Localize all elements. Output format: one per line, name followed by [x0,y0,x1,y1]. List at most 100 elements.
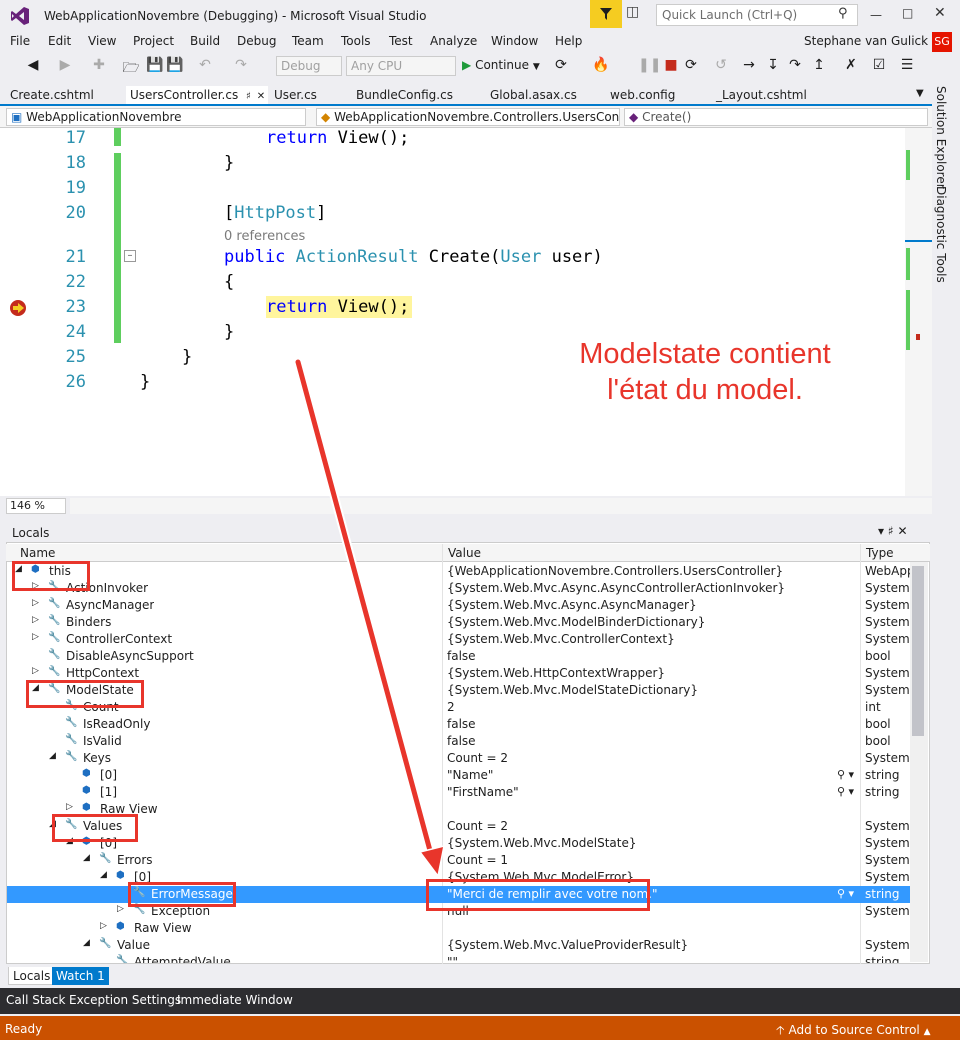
row-type: System.W [865,836,910,850]
property-icon: 🔧 [48,615,61,626]
row-value[interactable]: Count = 1 [447,853,837,867]
row-value[interactable]: {System.Web.Mvc.ModelStateDictionary} [447,683,837,697]
locals-row[interactable]: ▷ ⬢ Raw View [7,801,910,818]
property-icon: 🔧 [65,751,78,762]
row-type: System.C [865,819,910,833]
visualizer-search-icon[interactable]: ⚲ ▾ [837,768,854,781]
row-type: System.W [865,666,910,680]
object-icon: ⬢ [116,870,125,881]
row-value[interactable]: {System.Web.Mvc.Async.AsyncControllerAct… [447,581,837,595]
locals-row[interactable]: ▷ 🔧 AsyncManager {System.Web.Mvc.Async.Asyn… [7,597,910,614]
source-control-label: Add to Source Control [788,1023,920,1037]
row-type: string [865,768,900,782]
expand-icon[interactable]: ▷ [117,904,124,914]
locals-row[interactable]: ⬢ [1] "FirstName" ⚲ ▾ string [7,784,910,801]
row-value[interactable]: 2 [447,700,837,714]
row-type: string [865,887,900,901]
locals-row[interactable]: ▷ ⬢ Raw View [7,920,910,937]
grid-scroll-thumb[interactable] [912,566,924,736]
tab-immediate-window[interactable]: Immediate Window [177,993,293,1007]
highlight-box-modelstate [26,680,144,708]
row-name: AttemptedValue [134,955,231,963]
locals-row[interactable]: ▷ 🔧 Binders {System.Web.Mvc.ModelBinderDict… [7,614,910,631]
row-name: Errors [117,853,153,867]
property-icon: 🔧 [48,598,61,609]
row-value[interactable]: {System.Web.HttpContextWrapper} [447,666,837,680]
locals-row[interactable]: 🔧 IsValid false bool [7,733,910,750]
locals-row[interactable]: 🔧 IsReadOnly false bool [7,716,910,733]
locals-row[interactable]: ⬢ [0] "Name" ⚲ ▾ string [7,767,910,784]
locals-tab-strip [6,966,930,986]
object-icon: ⬢ [82,802,91,813]
row-type: System.E [865,904,910,918]
locals-row[interactable]: ◢🔧ValuesCount = 2System.C [7,818,910,835]
locals-rows: ◢ ⬢ this {WebApplicationNovembre.Controller… [0,0,960,963]
row-name: IsReadOnly [83,717,151,731]
expand-icon[interactable]: ▷ [32,666,39,676]
property-icon: 🔧 [116,955,129,963]
row-type: bool [865,717,891,731]
chevron-up-icon: ▲ [923,1027,931,1037]
expand-icon[interactable]: ▷ [32,632,39,642]
locals-row[interactable]: ▷ 🔧 ActionInvoker {System.Web.Mvc.Async.Asy… [7,580,910,597]
highlight-box-error-value [426,879,650,911]
property-icon: 🔧 [48,649,61,660]
row-value[interactable]: "Name" [447,768,837,782]
collapse-icon[interactable]: ◢ [49,751,56,761]
row-value[interactable]: "FirstName" [447,785,837,799]
object-icon: ⬢ [82,785,91,796]
locals-row[interactable]: ◢ 🔧 Keys Count = 2 System.C [7,750,910,767]
row-name: Value [117,938,150,952]
row-value[interactable]: false [447,734,837,748]
row-value[interactable]: {System.Web.Mvc.Async.AsyncManager} [447,598,837,612]
locals-row[interactable]: 🔧 AttemptedValue "" string [7,954,910,963]
expand-icon[interactable]: ▷ [66,802,73,812]
row-value[interactable]: Count = 2 [447,751,837,765]
row-type: System.W [865,938,910,952]
add-to-source-control-button[interactable]: 🡡 Add to Source Control ▲ [776,1021,931,1040]
row-type: System.W [865,853,910,867]
row-name: Binders [66,615,112,629]
tab-exception-settings[interactable]: Exception Settings [69,993,181,1007]
locals-row[interactable]: ◢⬢[0]{System.Web.Mvc.ModelState}System.W [7,835,910,852]
row-name: Keys [83,751,112,765]
property-icon: 🔧 [99,938,112,949]
row-name: DisableAsyncSupport [66,649,194,663]
row-type: bool [865,734,891,748]
property-icon: 🔧 [99,853,112,864]
collapse-icon[interactable]: ◢ [83,853,90,863]
collapse-icon[interactable]: ◢ [100,870,107,880]
collapse-icon[interactable]: ◢ [83,938,90,948]
tab-call-stack[interactable]: Call Stack [6,993,65,1007]
tab-watch-1[interactable]: Watch 1 [52,967,109,985]
expand-icon[interactable]: ▷ [100,921,107,931]
visualizer-search-icon[interactable]: ⚲ ▾ [837,785,854,798]
row-value[interactable]: false [447,649,837,663]
row-value[interactable]: {System.Web.Mvc.ValueProviderResult} [447,938,837,952]
locals-row[interactable]: ◢ 🔧 Errors Count = 1 System.W [7,852,910,869]
locals-row[interactable]: 🔧 DisableAsyncSupport false bool [7,648,910,665]
locals-row[interactable]: ◢ ⬢ this {WebApplicationNovembre.Controller… [7,563,910,580]
row-name: Raw View [134,921,192,935]
row-value[interactable]: {System.Web.Mvc.ModelBinderDictionary} [447,615,837,629]
row-value[interactable]: {System.Web.Mvc.ControllerContext} [447,632,837,646]
row-value[interactable]: Count = 2 [447,819,837,833]
tab-locals[interactable]: Locals [8,967,56,985]
row-type: System.W [865,598,910,612]
property-icon: 🔧 [65,717,78,728]
property-icon: 🔧 [48,666,61,677]
highlight-box-this [12,561,90,591]
row-value[interactable]: false [447,717,837,731]
locals-row[interactable]: ▷ 🔧 ControllerContext {System.Web.Mvc.Contr… [7,631,910,648]
row-value[interactable]: "" [447,955,837,963]
row-value[interactable]: {WebApplicationNovembre.Controllers.User… [447,564,837,578]
row-value[interactable]: {System.Web.Mvc.ModelState} [447,836,837,850]
locals-row[interactable]: ◢ 🔧 Value {System.Web.Mvc.ValueProviderResu… [7,937,910,954]
row-type: int [865,700,881,714]
expand-icon[interactable]: ▷ [32,598,39,608]
arrow-up-icon: 🡡 [776,1023,785,1037]
expand-icon[interactable]: ▷ [32,615,39,625]
visualizer-search-icon[interactable]: ⚲ ▾ [837,887,854,900]
row-type: string [865,955,900,963]
row-type: System.W [865,870,910,884]
